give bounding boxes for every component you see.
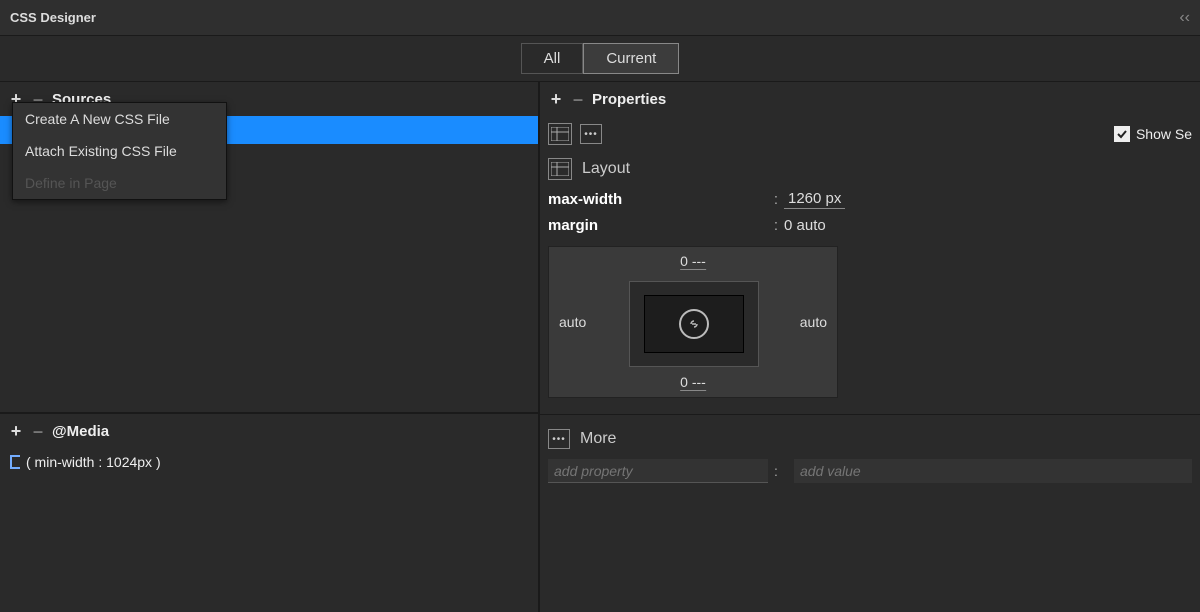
margin-bottom-value[interactable]: 0 --- xyxy=(680,374,706,391)
tab-all[interactable]: All xyxy=(521,43,584,74)
more-section-icon: ••• xyxy=(548,429,570,449)
content-box xyxy=(644,295,744,353)
padding-box xyxy=(629,281,759,367)
titlebar: CSS Designer ‹‹ xyxy=(0,0,1200,36)
show-set-checkbox[interactable] xyxy=(1114,126,1130,142)
media-header: + – @Media xyxy=(0,414,538,448)
add-value-input[interactable] xyxy=(794,459,1192,483)
remove-media-button[interactable]: – xyxy=(30,421,46,442)
margin-left-value[interactable]: auto xyxy=(559,314,586,330)
menu-create-css[interactable]: Create A New CSS File xyxy=(13,103,226,135)
more-section-label: More xyxy=(580,430,616,448)
max-width-value[interactable]: 1260 px xyxy=(784,190,845,209)
menu-attach-css[interactable]: Attach Existing CSS File xyxy=(13,135,226,167)
max-width-label: max-width xyxy=(548,191,768,208)
media-rule-text: ( min-width : 1024px ) xyxy=(26,454,161,470)
layout-section-label: Layout xyxy=(582,160,630,178)
collapse-icon[interactable]: ‹‹ xyxy=(1179,9,1190,27)
properties-header: + – Properties xyxy=(540,82,1200,116)
show-set-label: Show Se xyxy=(1136,126,1192,142)
layout-category-icon[interactable] xyxy=(548,123,572,145)
layout-section-icon xyxy=(548,158,572,180)
margin-label: margin xyxy=(548,217,768,234)
margin-visualizer: 0 --- 0 --- auto auto xyxy=(548,246,838,398)
properties-label: Properties xyxy=(592,91,666,108)
add-source-menu: Create A New CSS File Attach Existing CS… xyxy=(12,102,227,200)
margin-value[interactable]: 0 auto xyxy=(784,217,826,234)
scope-tabs: All Current xyxy=(0,36,1200,82)
media-rule-item[interactable]: ( min-width : 1024px ) xyxy=(0,448,538,476)
add-property-input[interactable] xyxy=(548,459,768,483)
add-property-button[interactable]: + xyxy=(548,89,564,110)
tab-current[interactable]: Current xyxy=(583,43,679,74)
link-values-icon[interactable] xyxy=(679,309,709,339)
margin-right-value[interactable]: auto xyxy=(800,314,827,330)
add-media-button[interactable]: + xyxy=(8,421,24,442)
panel-title: CSS Designer xyxy=(10,10,96,25)
media-bracket-icon xyxy=(10,455,20,469)
menu-define-in-page: Define in Page xyxy=(13,167,226,199)
more-category-icon[interactable]: ••• xyxy=(580,124,602,144)
remove-property-button[interactable]: – xyxy=(570,89,586,110)
media-label: @Media xyxy=(52,423,109,440)
margin-top-value[interactable]: 0 --- xyxy=(680,253,706,270)
